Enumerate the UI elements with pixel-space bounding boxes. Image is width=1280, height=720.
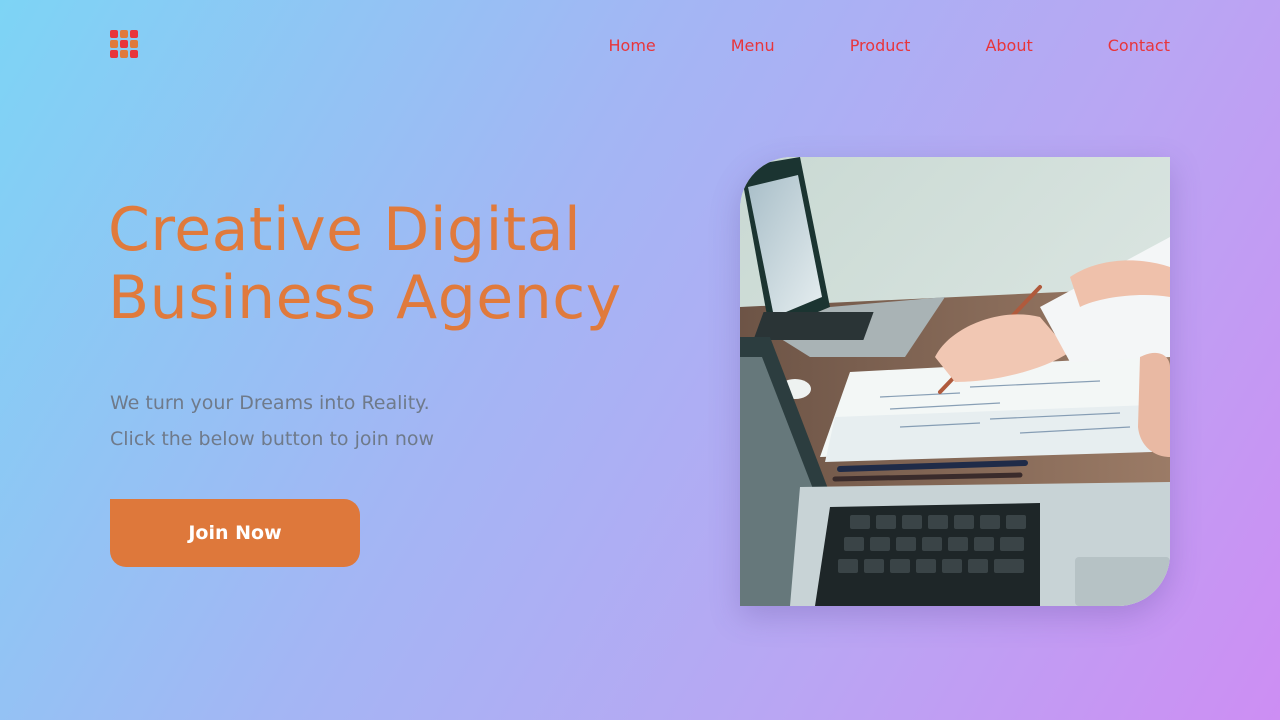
hero-subtitle: We turn your Dreams into Reality. Click … [110, 385, 434, 457]
hero-title-line1: Creative Digital [108, 195, 582, 265]
hero-title: Creative Digital Business Agency [108, 196, 668, 332]
hero-subtitle-line2: Click the below button to join now [110, 428, 435, 450]
nav-home[interactable]: Home [609, 36, 656, 56]
hero-title-line2: Business Agency [108, 263, 622, 333]
hero-subtitle-line1: We turn your Dreams into Reality. [110, 392, 430, 414]
grid-logo-icon[interactable] [110, 30, 138, 58]
nav-about[interactable]: About [985, 36, 1032, 56]
nav-contact[interactable]: Contact [1108, 36, 1170, 56]
nav-product[interactable]: Product [850, 36, 911, 56]
hero-image [740, 157, 1170, 606]
join-now-button[interactable]: Join Now [110, 499, 360, 567]
main-nav: Home Menu Product About Contact [609, 36, 1171, 56]
nav-menu[interactable]: Menu [731, 36, 775, 56]
laptops-meeting-photo [740, 157, 1170, 606]
